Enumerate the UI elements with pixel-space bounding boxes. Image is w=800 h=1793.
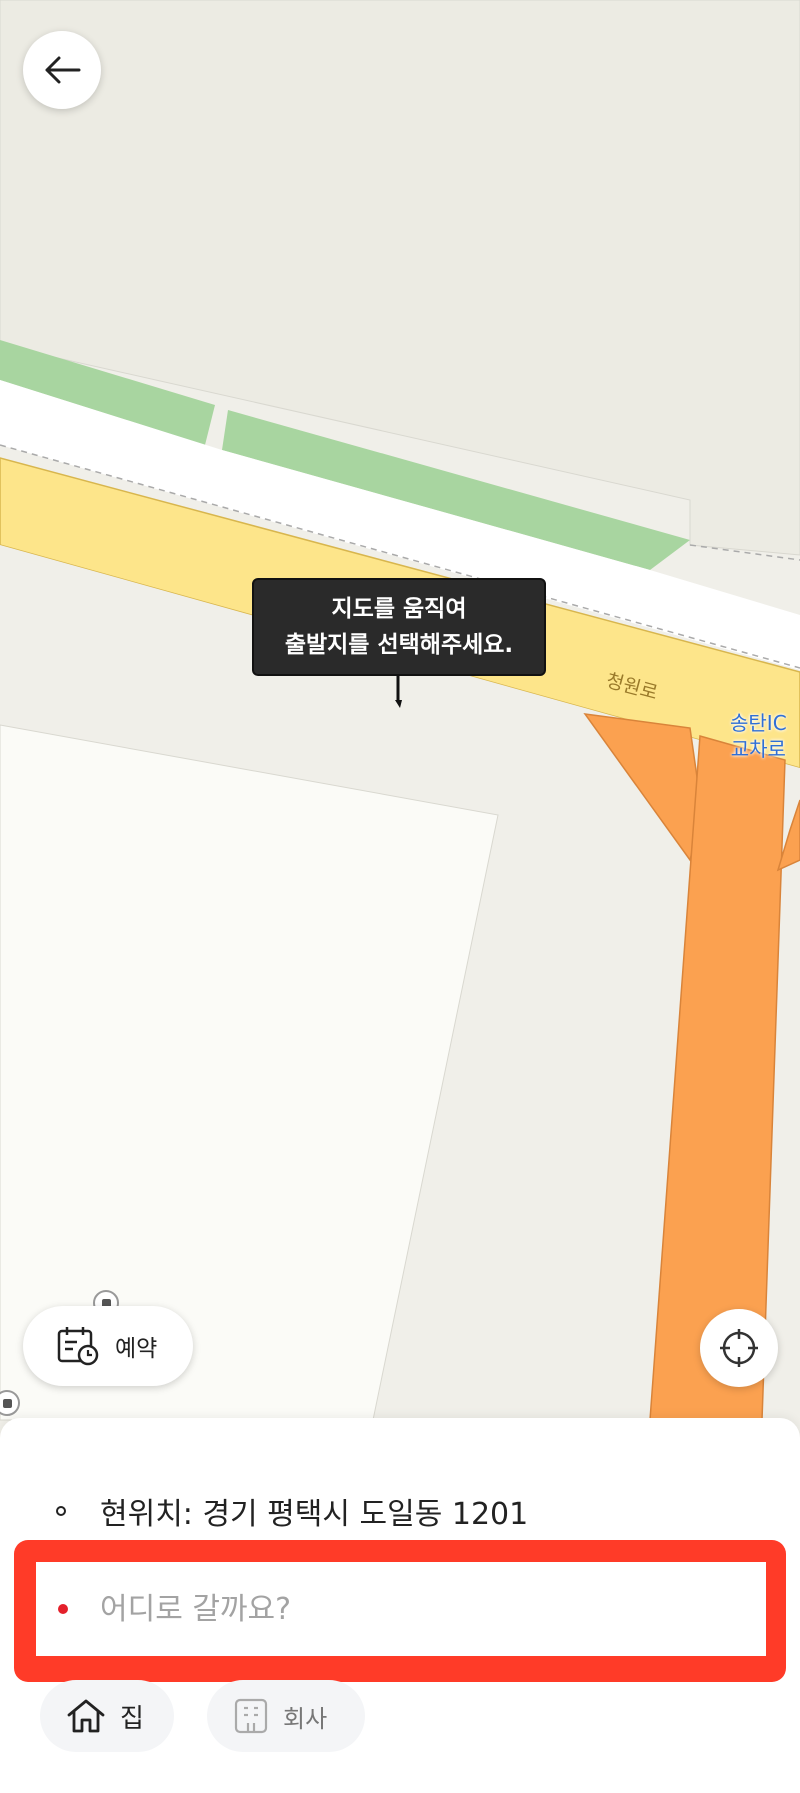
current-location-button[interactable] bbox=[700, 1309, 778, 1387]
destination-field-highlight bbox=[14, 1540, 786, 1682]
home-icon bbox=[66, 1698, 106, 1734]
shortcut-home-label: 집 bbox=[120, 1703, 144, 1734]
arrow-left-icon bbox=[45, 56, 81, 84]
route-panel: 현위치: 경기 평택시 도일동 1201 집 bbox=[0, 1418, 800, 1793]
calendar-clock-icon bbox=[57, 1327, 99, 1366]
destination-input[interactable] bbox=[100, 1591, 740, 1627]
current-location-row[interactable]: 현위치: 경기 평택시 도일동 1201 bbox=[0, 1486, 800, 1536]
crosshair-icon bbox=[720, 1329, 758, 1367]
origin-dot-icon bbox=[56, 1506, 66, 1516]
back-button[interactable] bbox=[23, 31, 101, 109]
shortcut-office-label: 회사 bbox=[283, 1704, 328, 1733]
ic-label-line1: 송탄IC bbox=[730, 711, 787, 735]
ic-label: 송탄IC 교차로 bbox=[730, 710, 787, 762]
shortcut-home-button[interactable]: 집 bbox=[40, 1680, 174, 1752]
map-guide-tooltip: 지도를 움직여 출발지를 선택해주세요. bbox=[252, 578, 546, 676]
ic-label-line2: 교차로 bbox=[730, 737, 786, 761]
destination-field[interactable] bbox=[36, 1562, 766, 1656]
tooltip-line1: 지도를 움직여 bbox=[331, 596, 467, 622]
reserve-label: 예약 bbox=[115, 1336, 158, 1362]
current-location-text: 현위치: 경기 평택시 도일동 1201 bbox=[100, 1497, 529, 1532]
shortcut-office-button[interactable]: 회사 bbox=[207, 1680, 365, 1752]
map-pin-icon bbox=[395, 676, 402, 708]
destination-dot-icon bbox=[58, 1604, 68, 1614]
reserve-button[interactable]: 예약 bbox=[23, 1306, 193, 1386]
building-icon bbox=[233, 1698, 269, 1734]
tooltip-line2: 출발지를 선택해주세요. bbox=[284, 632, 514, 658]
